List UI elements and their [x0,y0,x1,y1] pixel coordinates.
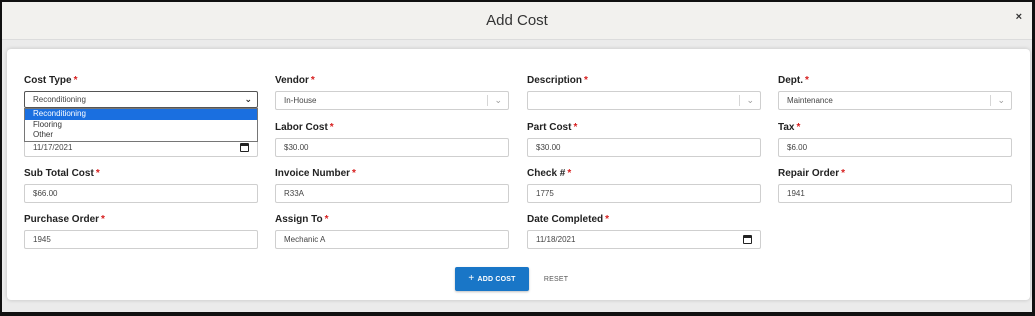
labor-cost-label: Labor Cost [275,122,328,133]
required-marker: * [584,75,588,86]
vendor-select[interactable]: In-House ⌄ [275,91,509,110]
cost-type-value: Reconditioning [33,95,86,104]
assign-to-field: Assign To * Mechanic A [275,213,509,249]
required-marker: * [573,122,578,133]
add-cost-button[interactable]: + ADD COST [455,267,529,291]
invoice-number-label: Invoice Number [275,168,351,179]
part-cost-label: Part Cost [527,122,572,133]
dropdown-option-reconditioning[interactable]: Reconditioning [25,109,257,120]
tax-input[interactable]: $6.00 [778,138,1012,157]
select-separator [487,95,488,106]
check-number-input[interactable]: 1775 [527,184,761,203]
modal-title: Add Cost [486,12,548,29]
tax-field: Tax * $6.00 [778,121,1012,157]
calendar-icon[interactable] [743,235,752,244]
select-separator [990,95,991,106]
labor-cost-value: $30.00 [284,143,309,152]
invoice-number-field: Invoice Number * R33A [275,167,509,203]
dept-select[interactable]: Maintenance ⌄ [778,91,1012,110]
sub-total-cost-label: Sub Total Cost [24,168,94,179]
date-completed-value: 11/18/2021 [536,235,576,244]
description-label: Description [527,75,583,86]
required-marker: * [324,214,329,225]
part-cost-input[interactable]: $30.00 [527,138,761,157]
purchase-order-field: Purchase Order * 1945 [24,213,258,249]
required-marker: * [352,168,356,179]
required-marker: * [796,122,801,133]
assign-to-value: Mechanic A [284,235,326,244]
required-marker: * [841,168,846,179]
chevron-down-icon: ⌄ [997,95,1005,105]
assign-to-label: Assign To [275,214,323,225]
repair-order-input[interactable]: 1941 [778,184,1012,203]
dept-label: Dept. [778,75,803,86]
chevron-down-icon: ⌄ [244,94,252,104]
invoice-number-input[interactable]: R33A [275,184,509,203]
assign-to-input[interactable]: Mechanic A [275,230,509,249]
tax-value: $6.00 [787,143,808,152]
date-value: 11/17/2021 [33,143,73,152]
required-marker: * [73,75,78,86]
modal-header: Add Cost × [2,2,1032,40]
required-marker: * [567,168,572,179]
labor-cost-input[interactable]: $30.00 [275,138,509,157]
sub-total-cost-input[interactable]: $66.00 [24,184,258,203]
dropdown-option-other[interactable]: Other [25,130,257,141]
repair-order-value: 1941 [787,189,805,198]
chevron-down-icon: ⌄ [746,95,754,105]
tax-label: Tax [778,122,795,133]
plus-icon: + [468,273,475,284]
dept-field: Dept. * Maintenance ⌄ [778,74,1012,110]
dept-value: Maintenance [787,96,833,105]
purchase-order-label: Purchase Order [24,214,100,225]
date-completed-label: Date Completed [527,214,604,225]
sub-total-cost-value: $66.00 [33,189,58,198]
repair-order-field: Repair Order * 1941 [778,167,1012,203]
calendar-icon[interactable] [240,143,249,152]
vendor-value: In-House [284,96,317,105]
required-marker: * [101,214,105,225]
check-number-label: Check # [527,168,566,179]
select-separator [739,95,740,106]
required-marker: * [329,122,334,133]
required-marker: * [805,75,809,86]
check-number-field: Check # * 1775 [527,167,761,203]
required-marker: * [605,214,610,225]
part-cost-value: $30.00 [536,143,561,152]
date-completed-input[interactable]: 11/18/2021 [527,230,761,249]
close-button[interactable]: × [1016,11,1022,23]
add-cost-label: ADD COST [477,275,516,283]
invoice-number-value: R33A [284,189,305,198]
add-cost-form: Cost Type * Reconditioning ⌄ Reconditioni… [7,49,1030,300]
required-marker: * [310,75,315,86]
reset-button[interactable]: RESET [539,267,573,291]
date-completed-field: Date Completed * 11/18/2021 [527,213,761,249]
part-cost-field: Part Cost * $30.00 [527,121,761,157]
required-marker: * [95,168,100,179]
check-number-value: 1775 [536,189,554,198]
cost-type-select[interactable]: Reconditioning ⌄ [24,91,258,108]
cost-type-field: Cost Type * Reconditioning ⌄ Reconditioni… [24,74,258,142]
purchase-order-value: 1945 [33,235,51,244]
cost-type-label: Cost Type [24,75,72,86]
labor-cost-field: Labor Cost * $30.00 [275,121,509,157]
vendor-field: Vendor * In-House ⌄ [275,74,509,110]
modal-window: Add Cost × Cost Type * Reconditioning ⌄ R… [0,0,1035,316]
sub-total-cost-field: Sub Total Cost * $66.00 [24,167,258,203]
vendor-label: Vendor [275,75,309,86]
cost-type-dropdown-list: Reconditioning Flooring Other [24,108,258,142]
purchase-order-input[interactable]: 1945 [24,230,258,249]
chevron-down-icon: ⌄ [494,95,502,105]
repair-order-label: Repair Order [778,168,840,179]
dropdown-option-flooring[interactable]: Flooring [25,120,257,131]
description-field: Description * ⌄ [527,74,761,110]
description-select[interactable]: ⌄ [527,91,761,110]
